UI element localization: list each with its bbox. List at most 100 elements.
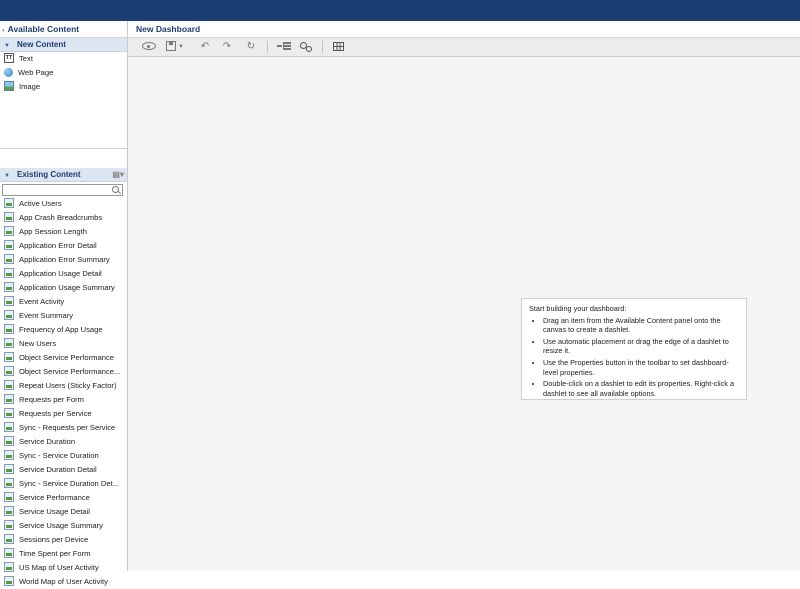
list-item[interactable]: New Users xyxy=(0,337,127,351)
list-item[interactable]: Sync - Service Duration Det... xyxy=(0,477,127,491)
dashlet-icon xyxy=(4,268,14,278)
list-item[interactable]: Sessions per Device xyxy=(0,533,127,547)
list-item[interactable]: Service Duration Detail xyxy=(0,463,127,477)
list-item-label: Sessions per Device xyxy=(19,535,89,544)
list-item[interactable]: Object Service Performance... xyxy=(0,365,127,379)
toolbar-divider xyxy=(267,41,268,53)
help-tip: Use the Properties button in the toolbar… xyxy=(543,358,739,377)
list-item-label: Sync - Requests per Service xyxy=(19,423,116,432)
existing-content-header-label: Existing Content xyxy=(17,170,81,179)
list-item[interactable]: Application Usage Detail xyxy=(0,267,127,281)
dashlet-icon xyxy=(4,254,14,264)
list-item-label: New Users xyxy=(19,339,57,348)
list-item-label: Service Usage Summary xyxy=(19,521,103,530)
collapse-triangle-icon[interactable]: ▼ xyxy=(4,40,17,53)
existing-content-list: Active Users App Crash Breadcrumbs App Ses… xyxy=(0,197,127,589)
panel-title-label: Available Content xyxy=(7,24,80,34)
list-item[interactable]: Frequency of App Usage xyxy=(0,323,127,337)
help-tip: Double-click on a dashlet to edit its pr… xyxy=(543,379,739,398)
list-item-label: Service Duration xyxy=(19,437,76,446)
help-list: Drag an item from the Available Content … xyxy=(529,316,739,399)
list-item[interactable]: Active Users xyxy=(0,197,127,211)
list-item[interactable]: World Map of User Activity xyxy=(0,575,127,589)
dashlet-icon xyxy=(4,520,14,530)
list-item[interactable]: Object Service Performance xyxy=(0,351,127,365)
list-item-label: Object Service Performance... xyxy=(19,367,121,376)
dashlet-icon xyxy=(4,310,14,320)
list-item[interactable]: Service Usage Summary xyxy=(0,519,127,533)
list-item[interactable]: US Map of User Activity xyxy=(0,561,127,575)
grid-layout-icon[interactable] xyxy=(333,42,344,51)
help-heading: Start building your dashboard: xyxy=(529,304,627,313)
list-item[interactable]: Requests per Service xyxy=(0,407,127,421)
list-item[interactable]: App Session Length xyxy=(0,225,127,239)
list-item-web-page[interactable]: Web Page xyxy=(0,66,127,80)
save-dropdown-icon[interactable]: ▼ xyxy=(178,44,184,50)
dashlet-icon xyxy=(4,282,14,292)
redo-icon[interactable]: ↷ xyxy=(220,41,234,53)
layout-flow-icon[interactable] xyxy=(277,42,291,51)
list-item[interactable]: App Crash Breadcrumbs xyxy=(0,211,127,225)
search-wrap xyxy=(0,182,127,197)
dashlet-icon xyxy=(4,296,14,306)
dashlet-icon xyxy=(4,408,14,418)
list-item-label: Object Service Performance xyxy=(19,353,114,362)
list-item-text[interactable]: TT Text xyxy=(0,52,127,66)
list-item-label: Web Page xyxy=(18,68,54,77)
save-icon[interactable] xyxy=(166,41,176,51)
list-item[interactable]: Event Activity xyxy=(0,295,127,309)
undo-icon[interactable]: ↶ xyxy=(198,41,212,53)
list-item-label: Application Error Detail xyxy=(19,241,97,250)
list-item[interactable]: Event Summary xyxy=(0,309,127,323)
dashlet-icon xyxy=(4,226,14,236)
dashlet-icon xyxy=(4,534,14,544)
toolbar-divider xyxy=(322,41,323,53)
dashlet-icon xyxy=(4,506,14,516)
properties-gear-icon[interactable] xyxy=(300,42,312,52)
list-item[interactable]: Time Spent per Form xyxy=(0,547,127,561)
list-item[interactable]: Sync - Requests per Service xyxy=(0,421,127,435)
dashlet-icon xyxy=(4,338,14,348)
list-item-label: Application Usage Summary xyxy=(19,283,115,292)
collapse-triangle-icon[interactable]: ▼ xyxy=(4,170,17,183)
list-item[interactable]: Sync - Service Duration xyxy=(0,449,127,463)
refresh-icon[interactable]: ↻ xyxy=(244,41,258,53)
list-item[interactable]: Service Performance xyxy=(0,491,127,505)
list-item[interactable]: Service Usage Detail xyxy=(0,505,127,519)
dashlet-icon xyxy=(4,492,14,502)
text-icon: TT xyxy=(4,53,14,63)
help-box: Start building your dashboard: Drag an i… xyxy=(521,298,747,400)
list-item-label: Requests per Form xyxy=(19,395,84,404)
toolbar: ▼ ↶ ↷ ↻ xyxy=(128,38,800,57)
list-item-label: Event Activity xyxy=(19,297,65,306)
list-item-label: Image xyxy=(19,82,41,91)
list-item[interactable]: Application Error Summary xyxy=(0,253,127,267)
list-item[interactable]: Service Duration xyxy=(0,435,127,449)
list-item[interactable]: Application Error Detail xyxy=(0,239,127,253)
list-item[interactable]: Application Usage Summary xyxy=(0,281,127,295)
collapse-panel-icon[interactable]: ◐ xyxy=(2,28,6,34)
dashboard-area: New Dashboard ▼ ↶ ↷ ↻ Start building you… xyxy=(128,21,800,571)
list-item-label: Active Users xyxy=(19,199,62,208)
new-content-header[interactable]: ▼ New Content xyxy=(0,38,127,52)
dashlet-icon xyxy=(4,352,14,362)
dashlet-icon xyxy=(4,240,14,250)
search-input[interactable] xyxy=(2,184,123,196)
list-item[interactable]: Repeat Users (Sticky Factor) xyxy=(0,379,127,393)
options-dropdown-icon[interactable]: ▤▾ xyxy=(112,168,124,181)
list-item[interactable]: Requests per Form xyxy=(0,393,127,407)
image-icon xyxy=(4,81,14,91)
list-item-label: Text xyxy=(19,54,33,63)
search-icon[interactable] xyxy=(112,186,119,193)
list-item-label: Repeat Users (Sticky Factor) xyxy=(19,381,117,390)
new-content-header-label: New Content xyxy=(17,40,66,49)
list-item-label: Service Performance xyxy=(19,493,90,502)
list-item-image[interactable]: Image xyxy=(0,80,127,94)
list-item-label: Service Usage Detail xyxy=(19,507,90,516)
dashlet-icon xyxy=(4,576,14,586)
existing-content-header[interactable]: ▼ Existing Content ▤▾ xyxy=(0,168,127,182)
preview-eye-icon[interactable] xyxy=(142,42,156,50)
help-tip: Use automatic placement or drag the edge… xyxy=(543,337,739,356)
dashlet-icon xyxy=(4,212,14,222)
